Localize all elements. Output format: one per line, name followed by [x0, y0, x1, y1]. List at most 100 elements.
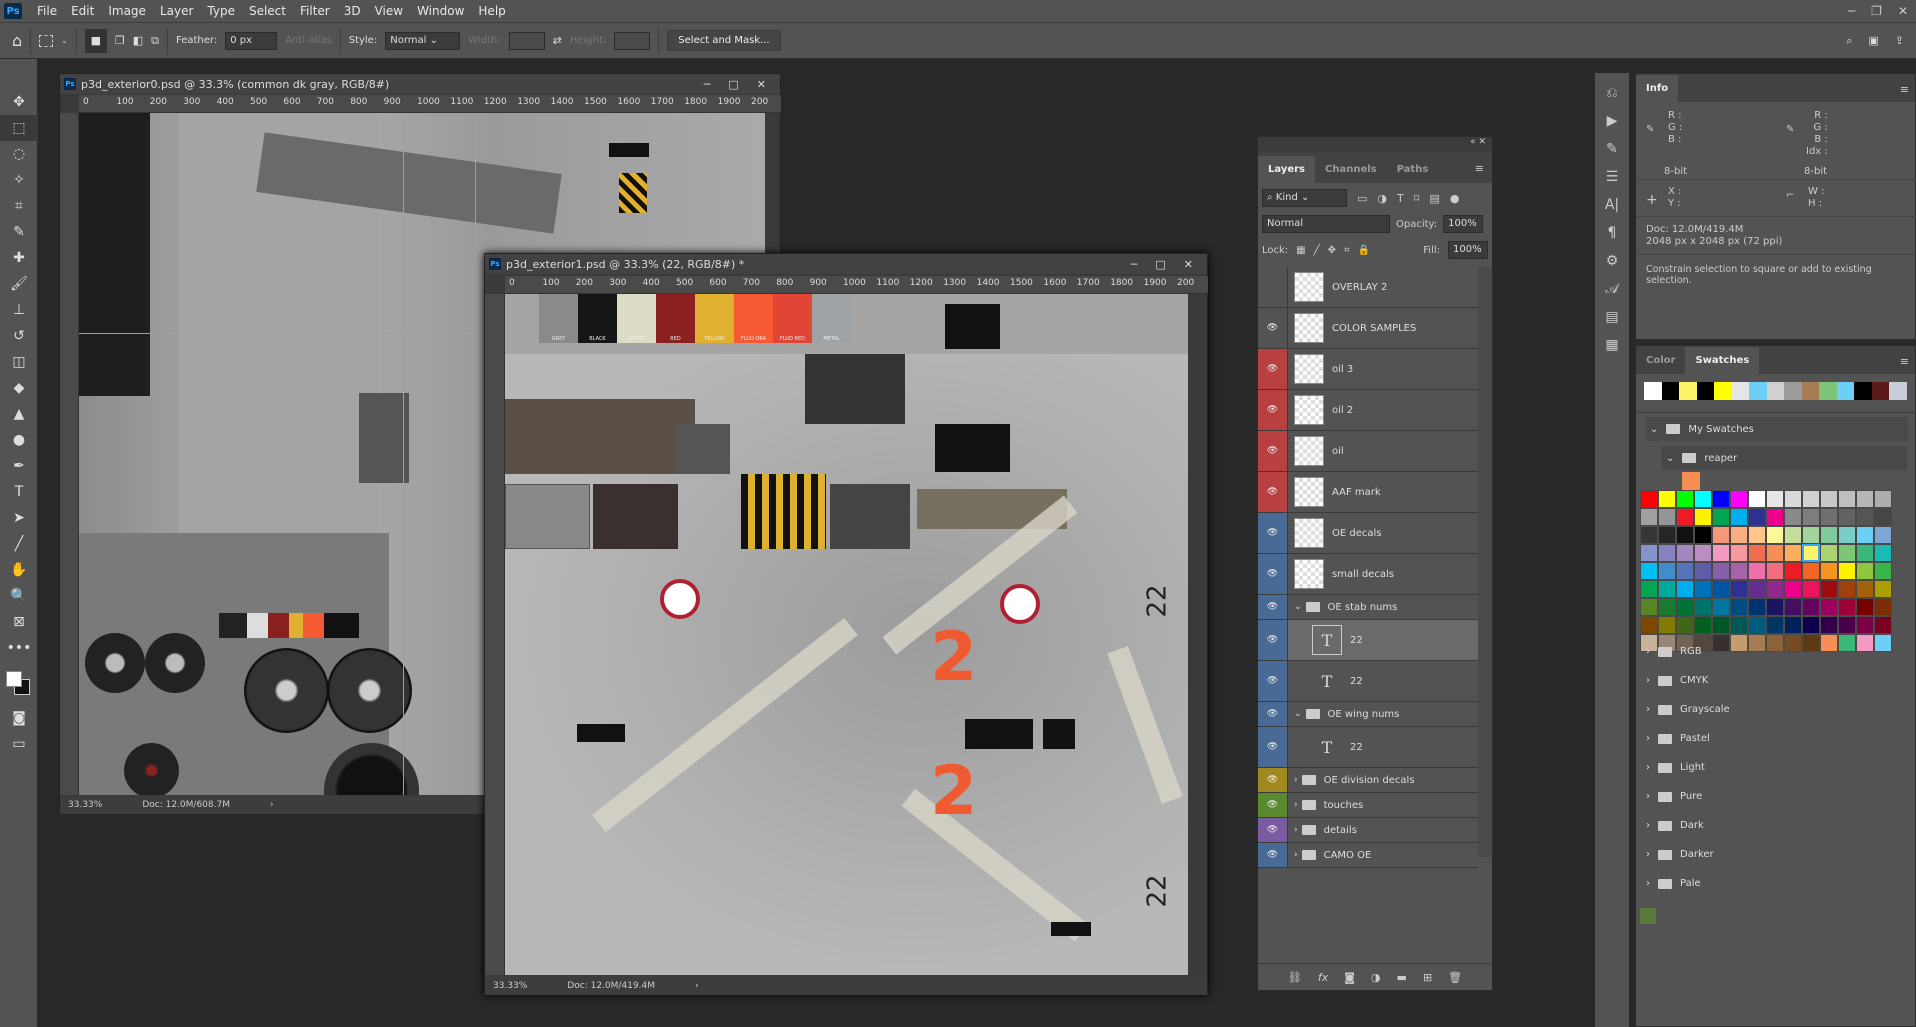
layer-row[interactable]: 👁 AAF mark: [1258, 472, 1478, 513]
swatch[interactable]: [1838, 616, 1856, 634]
eye-icon[interactable]: 👁: [1258, 554, 1288, 594]
color-swatches[interactable]: [0, 661, 37, 705]
width-input[interactable]: [508, 31, 545, 50]
swatch[interactable]: [1694, 598, 1712, 616]
swatch[interactable]: [1640, 526, 1658, 544]
crop-tool-icon[interactable]: ⌗: [0, 193, 38, 219]
swatch[interactable]: [1801, 382, 1820, 400]
history-icon[interactable]: ⎌: [1606, 85, 1617, 101]
swatch[interactable]: [1836, 382, 1855, 400]
chevron-right-icon[interactable]: ›: [1646, 704, 1650, 715]
swatch-group-dark[interactable]: › Dark: [1646, 820, 1704, 831]
tab-paths[interactable]: Paths: [1387, 156, 1439, 183]
swatch[interactable]: [1676, 598, 1694, 616]
swatch[interactable]: [1682, 472, 1700, 490]
swatch[interactable]: [1856, 616, 1874, 634]
eye-icon[interactable]: 👁: [1258, 702, 1288, 726]
swatch[interactable]: [1748, 526, 1766, 544]
swatch[interactable]: [1658, 490, 1676, 508]
swatch[interactable]: [1802, 490, 1820, 508]
swatch[interactable]: [1784, 598, 1802, 616]
swatch[interactable]: [1820, 526, 1838, 544]
eye-icon[interactable]: 👁: [1258, 595, 1288, 619]
eye-icon[interactable]: 👁: [1258, 818, 1288, 842]
chevron-right-icon[interactable]: ›: [1294, 775, 1298, 785]
swatch[interactable]: [1748, 508, 1766, 526]
workspace-icon[interactable]: ▣: [1868, 34, 1878, 48]
swatch[interactable]: [1820, 616, 1838, 634]
quick-mask-icon[interactable]: ◙: [0, 705, 38, 731]
swatch[interactable]: [1676, 562, 1694, 580]
new-group-icon[interactable]: ▬: [1397, 971, 1407, 984]
notes-icon[interactable]: ▦: [1605, 337, 1618, 353]
eraser-icon[interactable]: ◫: [0, 349, 38, 375]
swatch[interactable]: [1820, 544, 1838, 562]
swatch[interactable]: [1874, 580, 1892, 598]
swatch[interactable]: [1730, 526, 1748, 544]
swatch[interactable]: [1658, 508, 1676, 526]
eye-icon[interactable]: 👁: [1258, 349, 1288, 389]
swatch[interactable]: [1766, 598, 1784, 616]
menu-window[interactable]: Window: [410, 4, 471, 18]
filter-toggle[interactable]: ●: [1450, 192, 1460, 205]
layer-row[interactable]: 👁 oil 2: [1258, 390, 1478, 431]
share-icon[interactable]: ⇪: [1895, 34, 1904, 48]
home-icon[interactable]: ⌂: [12, 31, 22, 50]
swatch[interactable]: [1874, 598, 1892, 616]
swatch[interactable]: [1838, 634, 1856, 652]
menu-help[interactable]: Help: [471, 4, 512, 18]
brushes-icon[interactable]: ✎: [1606, 141, 1618, 157]
swatch[interactable]: [1856, 598, 1874, 616]
menu-edit[interactable]: Edit: [64, 4, 101, 18]
layer-row[interactable]: OVERLAY 2: [1258, 267, 1478, 308]
eye-icon[interactable]: 👁: [1258, 768, 1288, 792]
swatch[interactable]: [1748, 544, 1766, 562]
tab-layers[interactable]: Layers: [1258, 156, 1315, 183]
status-arrow-icon[interactable]: ›: [695, 981, 699, 991]
swatch[interactable]: [1712, 616, 1730, 634]
canvas[interactable]: GREY BLACK WHITE RED YELLOW FLUO ORA FLUO RED M…: [505, 294, 1188, 975]
swatch[interactable]: [1784, 616, 1802, 634]
chevron-right-icon[interactable]: ›: [1294, 825, 1298, 835]
swatch[interactable]: [1838, 544, 1856, 562]
swatch[interactable]: [1820, 562, 1838, 580]
minimize-icon[interactable]: ─: [1848, 4, 1855, 18]
layer-row[interactable]: 👁 T 22: [1258, 620, 1478, 661]
swatch[interactable]: [1730, 634, 1748, 652]
chevron-right-icon[interactable]: ›: [1646, 675, 1650, 686]
blur-tool-icon[interactable]: ▲: [0, 401, 38, 427]
close-icon[interactable]: ✕: [757, 78, 766, 91]
fx-icon[interactable]: fx: [1318, 971, 1328, 984]
swatch[interactable]: [1784, 544, 1802, 562]
swatch[interactable]: [1748, 580, 1766, 598]
lock-artboard-icon[interactable]: ⌗: [1344, 245, 1350, 256]
maximize-icon[interactable]: □: [728, 78, 738, 91]
new-selection-icon[interactable]: ■: [84, 28, 107, 53]
swatch[interactable]: [1766, 508, 1784, 526]
more-tools-icon[interactable]: •••: [0, 635, 38, 661]
paragraph-icon[interactable]: ¶: [1608, 225, 1617, 241]
swatch[interactable]: [1640, 616, 1658, 634]
swatch[interactable]: [1730, 562, 1748, 580]
filter-adjustment-icon[interactable]: ◑: [1377, 192, 1387, 205]
swatch[interactable]: [1802, 634, 1820, 652]
vertical-ruler[interactable]: [485, 294, 505, 975]
lock-image-icon[interactable]: ╱: [1314, 245, 1320, 256]
marquee-tool-icon[interactable]: ⬚: [0, 115, 38, 141]
swatch[interactable]: [1838, 490, 1856, 508]
swatch[interactable]: [1748, 598, 1766, 616]
chevron-right-icon[interactable]: ›: [1646, 849, 1650, 860]
swatch[interactable]: [1856, 544, 1874, 562]
swatch[interactable]: [1766, 490, 1784, 508]
swatch[interactable]: [1874, 616, 1892, 634]
swatch[interactable]: [1874, 562, 1892, 580]
swatch[interactable]: [1694, 508, 1712, 526]
link-layers-icon[interactable]: ⛓: [1288, 971, 1302, 984]
filter-shape-icon[interactable]: ⌑: [1414, 192, 1420, 205]
document-title-bar[interactable]: Ps p3d_exterior0.psd @ 33.3% (common dk …: [60, 74, 780, 94]
menu-filter[interactable]: Filter: [293, 4, 337, 18]
swatch[interactable]: [1749, 382, 1767, 400]
swatch-group-pale[interactable]: › Pale: [1646, 878, 1701, 889]
eye-icon[interactable]: 👁: [1258, 661, 1288, 701]
swatch[interactable]: [1694, 490, 1712, 508]
